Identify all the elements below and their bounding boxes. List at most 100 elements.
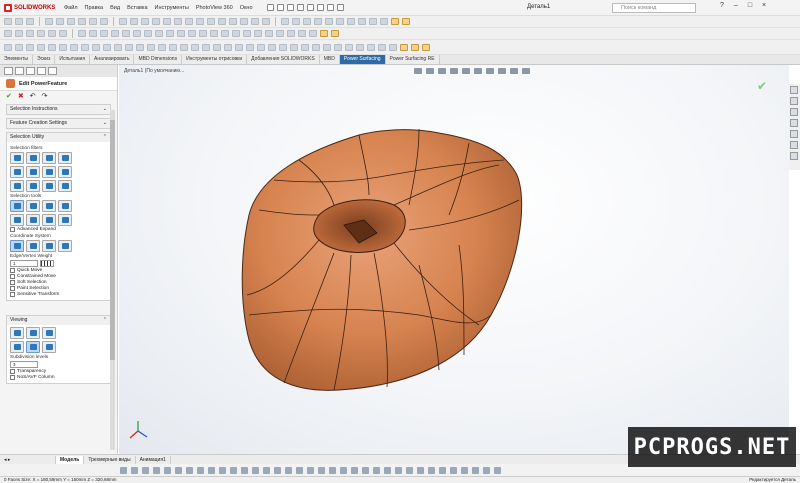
- tool-invert-button[interactable]: [42, 214, 56, 226]
- filter-paint-button[interactable]: [42, 180, 56, 192]
- tool-icon[interactable]: [384, 466, 391, 474]
- tool-icon[interactable]: [279, 43, 287, 51]
- tool-icon[interactable]: [303, 18, 311, 25]
- filter-face-button[interactable]: [58, 152, 72, 164]
- tool-icon[interactable]: [307, 466, 314, 474]
- tool-icon[interactable]: [276, 30, 284, 37]
- nos-column-checkbox[interactable]: NoS/AVF Column: [10, 375, 107, 380]
- tool-icon[interactable]: [147, 43, 155, 51]
- tool-icon[interactable]: [347, 18, 355, 25]
- tool-icon[interactable]: [166, 30, 174, 37]
- tab-mbd[interactable]: MBD: [319, 55, 340, 64]
- tool-icon[interactable]: [263, 466, 270, 474]
- maximize-icon[interactable]: □: [748, 2, 752, 9]
- tool-icon[interactable]: [254, 30, 262, 37]
- tool-icon[interactable]: [125, 43, 133, 51]
- tab-addins[interactable]: Добавления SOLIDWORKS: [247, 55, 320, 64]
- tool-icon[interactable]: [312, 43, 320, 51]
- tool-icon[interactable]: [345, 43, 353, 51]
- tool-icon[interactable]: [417, 466, 424, 474]
- tool-icon[interactable]: [208, 466, 215, 474]
- feature-tree-icon[interactable]: [4, 67, 13, 75]
- subdivision-value[interactable]: 3: [10, 361, 38, 368]
- tool-icon[interactable]: [180, 43, 188, 51]
- tool-icon[interactable]: [450, 466, 457, 474]
- tool-icon[interactable]: [67, 18, 75, 25]
- tool-icon[interactable]: [213, 43, 221, 51]
- rebuild-icon[interactable]: [326, 4, 334, 11]
- app-logo[interactable]: SOLIDWORKS: [4, 3, 58, 12]
- tool-icon[interactable]: [358, 18, 366, 25]
- tool-icon[interactable]: [164, 466, 171, 474]
- tool-icon[interactable]: [232, 30, 240, 37]
- zoom-area-icon[interactable]: [426, 68, 434, 74]
- tab-3d-views[interactable]: Трехмерные виды: [84, 456, 136, 464]
- config-manager-icon[interactable]: [26, 67, 35, 75]
- menu-edit[interactable]: Правка: [85, 5, 104, 11]
- tool-clear-button[interactable]: [58, 214, 72, 226]
- tool-icon[interactable]: [59, 43, 67, 51]
- new-icon[interactable]: [266, 4, 274, 11]
- tab-power-surfacing-re[interactable]: Power Surfacing RE: [385, 55, 440, 64]
- property-manager-icon[interactable]: [15, 67, 24, 75]
- tool-icon[interactable]: [78, 18, 86, 25]
- sensitive-transform-checkbox[interactable]: Sensitive Transform: [10, 292, 107, 297]
- view-both-button[interactable]: [42, 327, 56, 339]
- tool-icon[interactable]: [37, 43, 45, 51]
- tool-icon[interactable]: [48, 43, 56, 51]
- tool-icon[interactable]: [103, 43, 111, 51]
- tool-icon[interactable]: [48, 30, 56, 37]
- tool-icon[interactable]: [70, 43, 78, 51]
- close-icon[interactable]: ×: [762, 2, 766, 9]
- tool-icon[interactable]: [174, 18, 182, 25]
- tool-icon[interactable]: [122, 30, 130, 37]
- tool-shrink-button[interactable]: [58, 200, 72, 212]
- tool-icon[interactable]: [241, 466, 248, 474]
- tool-icon[interactable]: [389, 43, 397, 51]
- tool-icon[interactable]: [351, 466, 358, 474]
- tool-icon[interactable]: [130, 18, 138, 25]
- tool-icon[interactable]: [230, 466, 237, 474]
- graphics-viewport[interactable]: [119, 65, 789, 454]
- coord-view-button[interactable]: [42, 240, 56, 252]
- advanced-expand-checkbox[interactable]: Advanced Expand: [10, 227, 107, 232]
- tool-icon[interactable]: [219, 466, 226, 474]
- edge-weight-field[interactable]: 1: [10, 260, 107, 267]
- tab-model[interactable]: Модель: [56, 456, 85, 464]
- tool-icon[interactable]: [331, 30, 339, 37]
- tool-icon[interactable]: [243, 30, 251, 37]
- tool-icon[interactable]: [325, 18, 333, 25]
- view-cage-button[interactable]: [26, 327, 40, 339]
- tool-icon[interactable]: [78, 30, 86, 37]
- zoom-fit-icon[interactable]: [414, 68, 422, 74]
- tab-sketch[interactable]: Эскиз: [33, 55, 56, 64]
- tool-icon[interactable]: [177, 30, 185, 37]
- menu-view[interactable]: Вид: [110, 5, 120, 11]
- tool-icon[interactable]: [119, 18, 127, 25]
- tool-icon[interactable]: [136, 43, 144, 51]
- display-style-icon[interactable]: [474, 68, 482, 74]
- tool-icon[interactable]: [59, 30, 67, 37]
- cancel-icon[interactable]: ✖: [18, 92, 24, 100]
- tool-icon[interactable]: [402, 18, 410, 25]
- tool-icon[interactable]: [472, 466, 479, 474]
- coord-local-button[interactable]: [26, 240, 40, 252]
- edge-weight-value[interactable]: 1: [10, 260, 38, 267]
- tab-evaluate[interactable]: Испытания: [55, 55, 91, 64]
- tool-icon[interactable]: [191, 43, 199, 51]
- open-icon[interactable]: [276, 4, 284, 11]
- filter-solid-button[interactable]: [10, 166, 24, 178]
- search-input[interactable]: Поиск команд: [612, 3, 696, 13]
- tool-icon[interactable]: [15, 18, 23, 25]
- subdivision-model[interactable]: [241, 128, 523, 391]
- tab-mbd-dimensions[interactable]: MBD Dimensions: [134, 55, 183, 64]
- section-view-icon[interactable]: [450, 68, 458, 74]
- tool-icon[interactable]: [152, 18, 160, 25]
- tool-icon[interactable]: [301, 43, 309, 51]
- coord-normal-button[interactable]: [58, 240, 72, 252]
- tool-icon[interactable]: [314, 18, 322, 25]
- forum-icon[interactable]: [790, 152, 798, 160]
- tool-icon[interactable]: [428, 466, 435, 474]
- tool-icon[interactable]: [188, 30, 196, 37]
- tool-icon[interactable]: [395, 466, 402, 474]
